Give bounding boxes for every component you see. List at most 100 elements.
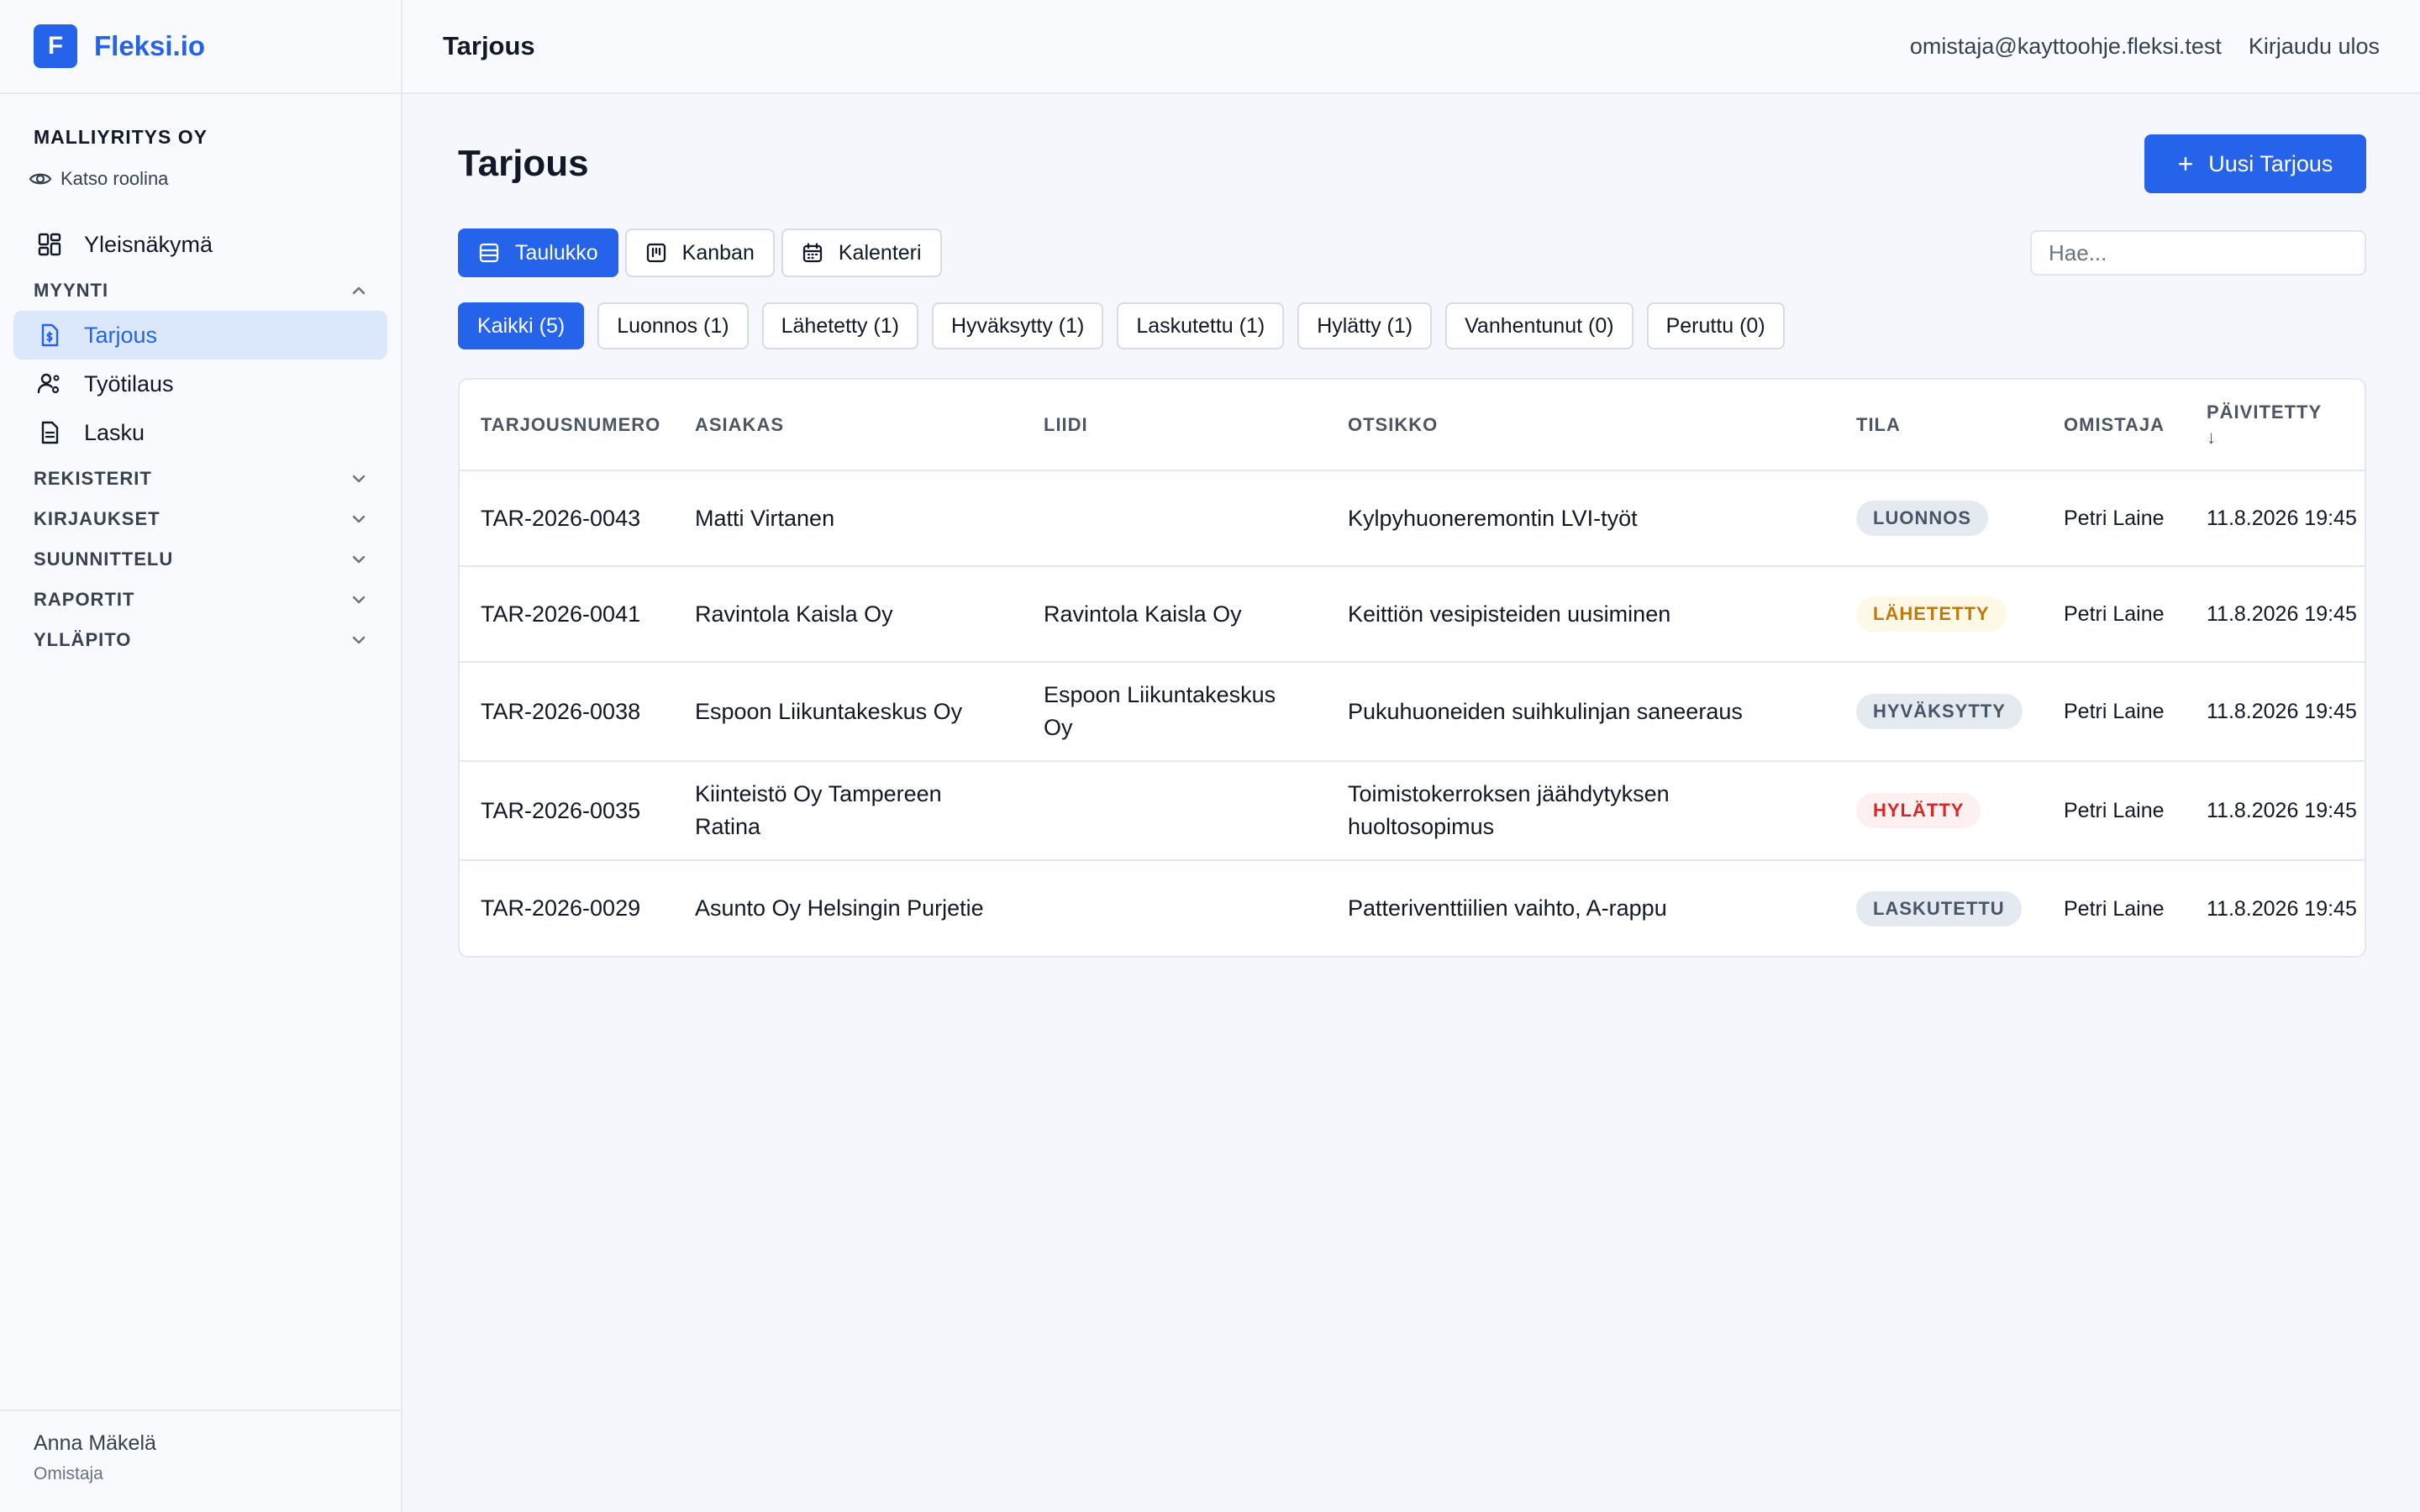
view-tabs: Taulukko Kanban Kalenteri <box>458 228 949 277</box>
view-as-role-label: Katso roolina <box>60 168 169 189</box>
main-content: Tarjous + Uusi Tarjous Taulukko Kanban K… <box>402 94 2420 1512</box>
sort-desc-icon: ↓ <box>2207 426 2217 448</box>
filter-cancelled[interactable]: Peruttu (0) <box>1646 302 1785 349</box>
tab-table-view[interactable]: Taulukko <box>458 228 618 277</box>
cell-owner: Petri Laine <box>2064 896 2165 921</box>
column-header[interactable]: TILA <box>1835 380 2043 471</box>
sidebar-item-tyotilaus[interactable]: Työtilaus <box>13 360 387 408</box>
cell-customer: Kiinteistö Oy Tampereen Ratina <box>674 761 1023 861</box>
column-header[interactable]: OTSIKKO <box>1327 380 1835 471</box>
chevron-down-icon <box>352 596 366 604</box>
section-suunnittelu[interactable]: SUUNNITTELU <box>34 539 367 580</box>
table-row[interactable]: TAR-2026-0038 Espoon Liikuntakeskus Oy Esp… <box>460 662 2365 762</box>
section-label: SUUNNITTELU <box>34 549 174 570</box>
cell-number: TAR-2026-0038 <box>460 662 674 762</box>
section-yllapito[interactable]: YLLÄPITO <box>34 620 367 660</box>
column-header[interactable]: ASIAKAS <box>674 380 1023 471</box>
section-kirjaukset[interactable]: KIRJAUKSET <box>34 499 367 539</box>
cell-customer: Asunto Oy Helsingin Purjetie <box>695 895 984 921</box>
tab-label: Kanban <box>681 240 755 265</box>
cell-title: Toimistokerroksen jäähdytyksen huoltosop… <box>1327 761 1835 861</box>
logout-link[interactable]: Kirjaudu ulos <box>2249 34 2380 60</box>
sidebar-user[interactable]: Anna Mäkelä Omistaja <box>0 1410 401 1512</box>
user-role: Omistaja <box>34 1464 103 1483</box>
cell-updated: 11.8.2026 19:45 <box>2186 566 2365 663</box>
status-badge: LUONNOS <box>1856 501 1988 536</box>
cell-owner: Petri Laine <box>2043 470 2186 567</box>
column-header-sorted[interactable]: PÄIVITETTY ↓ <box>2186 380 2365 471</box>
section-label: KIRJAUKSET <box>34 508 160 529</box>
section-raportit[interactable]: RAPORTIT <box>34 580 367 620</box>
sidebar-item-label: Lasku <box>84 419 145 445</box>
filter-accepted[interactable]: Hyväksytty (1) <box>931 302 1104 349</box>
column-header[interactable]: TARJOUSNUMERO <box>460 380 674 471</box>
section-label: RAPORTIT <box>34 589 135 610</box>
column-header[interactable]: LIIDI <box>1023 380 1327 471</box>
filter-sent[interactable]: Lähetetty (1) <box>761 302 918 349</box>
cell-title: Kylpyhuoneremontin LVI-työt <box>1327 470 1835 567</box>
sidebar-item-label: Tarjous <box>84 322 158 348</box>
plus-icon: + <box>2177 148 2194 179</box>
cell-lead <box>1023 860 1327 956</box>
user-gear-icon <box>37 373 60 394</box>
cell-number: TAR-2026-0035 <box>460 761 674 861</box>
cell-updated: 11.8.2026 19:45 <box>2207 896 2357 921</box>
sidebar-item-overview[interactable]: Yleisnäkymä <box>13 220 387 269</box>
cell-owner: Petri Laine <box>2043 761 2186 861</box>
section-myynti[interactable]: MYYNTI <box>34 270 367 311</box>
section-label: YLLÄPITO <box>34 629 132 650</box>
status-badge: LÄHETETTY <box>1856 596 2007 632</box>
section-rekisterit[interactable]: REKISTERIT <box>34 459 367 499</box>
topbar-title: Tarjous <box>443 31 535 60</box>
table-row[interactable]: TAR-2026-0043 Matti Virtanen Kylpyhuonerem… <box>460 470 2365 567</box>
cell-status: HYVÄKSYTTY <box>1835 662 2043 762</box>
brand-name: Fleksi.io <box>94 30 206 61</box>
kanban-icon <box>646 243 666 263</box>
table-row[interactable]: TAR-2026-0035 Kiinteistö Oy Tampereen Rat… <box>460 761 2365 861</box>
brand-logo: F <box>34 24 77 68</box>
filter-all[interactable]: Kaikki (5) <box>458 302 585 349</box>
tab-label: Kalenteri <box>838 240 922 265</box>
sidebar-item-label: Yleisnäkymä <box>84 231 213 257</box>
filter-invoiced[interactable]: Laskutettu (1) <box>1117 302 1285 349</box>
filter-expired[interactable]: Vanhentunut (0) <box>1445 302 1634 349</box>
tab-kanban-view[interactable]: Kanban <box>624 228 775 277</box>
filter-rejected[interactable]: Hylätty (1) <box>1297 302 1433 349</box>
cell-updated: 11.8.2026 19:45 <box>2186 761 2365 861</box>
new-offer-label: Uusi Tarjous <box>2208 150 2333 176</box>
table-row[interactable]: TAR-2026-0041 Ravintola Kaisla Oy Ravintol… <box>460 566 2365 663</box>
new-offer-button[interactable]: + Uusi Tarjous <box>2144 134 2366 193</box>
section-label: REKISTERIT <box>34 468 152 489</box>
eye-icon <box>29 173 52 185</box>
column-header[interactable]: OMISTAJA <box>2043 380 2186 471</box>
brand[interactable]: F Fleksi.io <box>0 0 401 94</box>
cell-owner: Petri Laine <box>2043 662 2186 762</box>
cell-title: Patteriventtiilien vaihto, A-rappu <box>1348 895 1667 921</box>
cell-lead <box>1023 761 1327 861</box>
table-row[interactable]: TAR-2026-0029 Asunto Oy Helsingin Purjeti… <box>460 860 2365 956</box>
topbar-account: omistaja@kayttoohje.fleksi.test Kirjaudu… <box>1910 34 2380 60</box>
company-block: MALLIYRITYS OY Katso roolina <box>0 94 401 200</box>
cell-lead: Espoon Liikuntakeskus Oy <box>1023 662 1327 762</box>
view-as-role-button[interactable]: Katso roolina <box>29 158 367 200</box>
table-header-row: TARJOUSNUMERO ASIAKAS LIIDI OTSIKKO TILA… <box>460 380 2365 471</box>
cell-number: TAR-2026-0043 <box>460 470 674 567</box>
cell-customer: Ravintola Kaisla Oy <box>674 566 1023 663</box>
user-email: omistaja@kayttoohje.fleksi.test <box>1909 33 2222 59</box>
search-input[interactable] <box>2030 230 2366 276</box>
page-title: Tarjous <box>458 143 589 184</box>
dashboard-icon <box>38 233 61 256</box>
tab-label: Taulukko <box>515 240 598 265</box>
filter-draft[interactable]: Luonnos (1) <box>597 302 749 349</box>
chevron-down-icon <box>352 636 366 644</box>
sidebar-item-lasku[interactable]: Lasku <box>13 408 387 457</box>
status-filters: Kaikki (5) Luonnos (1) Lähetetty (1) Hyv… <box>458 302 2366 349</box>
tab-calendar-view[interactable]: Kalenteri <box>781 228 942 277</box>
sidebar-item-label: Työtilaus <box>84 370 174 396</box>
cell-owner: Petri Laine <box>2043 566 2186 663</box>
view-toolbar: Taulukko Kanban Kalenteri <box>458 228 2366 277</box>
sidebar-item-tarjous[interactable]: Tarjous <box>13 311 387 360</box>
cell-status: LUONNOS <box>1835 470 2043 567</box>
status-badge: HYVÄKSYTTY <box>1856 694 2023 729</box>
user-name: Anna Mäkelä <box>34 1431 156 1455</box>
